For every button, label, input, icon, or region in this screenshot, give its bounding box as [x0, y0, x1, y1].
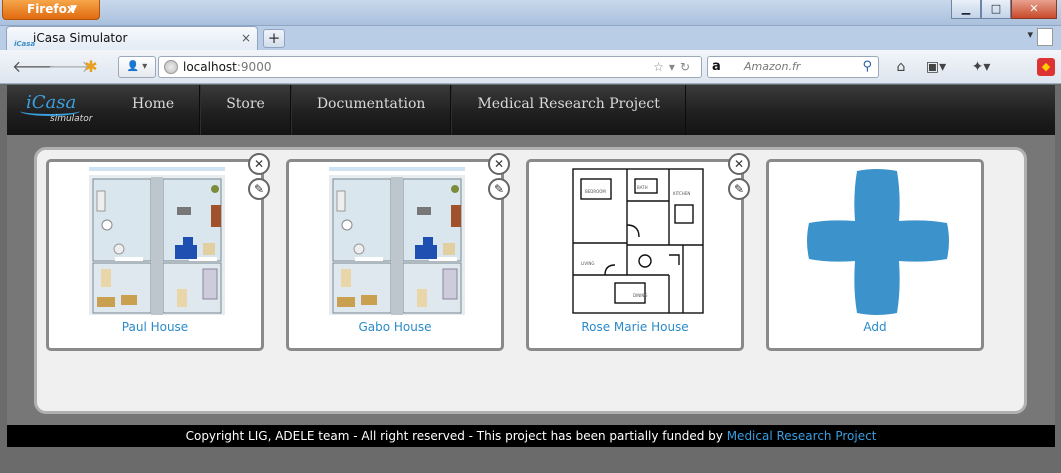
firefox-menu-button[interactable]: Firefox ▼	[2, 0, 100, 20]
edit-paul-pencil-icon[interactable]: ✎	[248, 178, 270, 200]
maximize-icon[interactable]: □	[981, 0, 1011, 19]
tab-bar: iCasa iCasa Simulator × + ▾	[0, 26, 1061, 50]
search-input[interactable]: a Amazon.fr ⚲	[707, 56, 879, 78]
svg-text:DINING: DINING	[633, 293, 648, 298]
house-card-gabo[interactable]: Gabo House	[286, 159, 504, 351]
house-label-paul[interactable]: Paul House	[49, 320, 261, 334]
footer: Copyright LIG, ADELE team - All right re…	[7, 425, 1055, 447]
add-house-card[interactable]: Add	[766, 159, 984, 351]
floor-plan-thumbnail: BEDROOM BATH KITCHEN LIVING DINING	[565, 165, 709, 317]
app-header: iCasa simulator Home Store Documentation…	[7, 85, 1055, 135]
addon-icon[interactable]: ◆	[1037, 58, 1055, 76]
bottom-strip	[0, 447, 1061, 473]
url-bar[interactable]: localhost:9000 ☆▾↻	[158, 56, 702, 78]
window-controls: ▁ □ ✕	[951, 0, 1057, 19]
home-icon[interactable]: ⌂	[890, 56, 912, 78]
delete-paul-close-icon[interactable]: ✕	[248, 153, 270, 175]
menu-item-home[interactable]: Home	[107, 85, 201, 135]
svg-text:BEDROOM: BEDROOM	[585, 189, 606, 194]
edit-gabo-pencil-icon[interactable]: ✎	[488, 178, 510, 200]
tab-close-icon[interactable]: ×	[241, 27, 251, 49]
add-house-label[interactable]: Add	[769, 320, 981, 334]
tab-list-icon[interactable]: ▾	[1027, 28, 1033, 41]
house-label-gabo[interactable]: Gabo House	[289, 320, 501, 334]
forward-arrow-icon[interactable]: 🡒	[48, 56, 91, 78]
tab-title: iCasa Simulator	[33, 31, 128, 45]
menu-item-medical-research[interactable]: Medical Research Project	[451, 85, 686, 135]
url-host: localhost	[183, 60, 237, 74]
menu-item-store[interactable]: Store	[200, 85, 291, 135]
tab-icasa-simulator[interactable]: iCasa iCasa Simulator ×	[6, 26, 258, 50]
bookmarks-menu-icon[interactable]: ▣▾	[925, 56, 947, 78]
plus-icon	[807, 169, 949, 315]
house-card-rose-marie[interactable]: BEDROOM BATH KITCHEN LIVING DINING Rose …	[526, 159, 744, 351]
search-icon[interactable]: ⚲	[862, 57, 872, 77]
menu-item-documentation[interactable]: Documentation	[290, 85, 452, 135]
site-identity-button[interactable]: 👤 ▾	[118, 56, 156, 78]
apartment-thumbnail	[329, 167, 465, 315]
main-menu: Home Store Documentation Medical Researc…	[107, 85, 686, 135]
window-titlebar: Firefox ▼ ▁ □ ✕	[0, 0, 1061, 26]
globe-icon	[164, 60, 178, 74]
url-port: :9000	[236, 60, 272, 74]
back-arrow-icon[interactable]: 🡐	[12, 56, 55, 78]
delete-rose-marie-close-icon[interactable]: ✕	[728, 153, 750, 175]
house-label-rose-marie[interactable]: Rose Marie House	[529, 320, 741, 334]
svg-text:KITCHEN: KITCHEN	[673, 191, 690, 196]
navigation-toolbar: 🡐 🡒 ✱ 👤 ▾ localhost:9000 ☆▾↻ a Amazon.fr…	[0, 50, 1061, 84]
close-icon[interactable]: ✕	[1011, 0, 1057, 19]
edit-rose-marie-pencil-icon[interactable]: ✎	[728, 178, 750, 200]
reload-icon[interactable]: ↻	[680, 60, 695, 74]
apartment-thumbnail	[89, 167, 225, 315]
house-card-paul[interactable]: Paul House	[46, 159, 264, 351]
new-tab-button[interactable]: +	[263, 29, 285, 48]
urlbar-actions: ☆▾↻	[653, 57, 695, 77]
bookmarks-toolbar-icon[interactable]: ✱	[80, 56, 102, 78]
extension-icon[interactable]: ✦▾	[970, 56, 992, 78]
footer-copyright: Copyright LIG, ADELE team - All right re…	[185, 429, 727, 443]
logo-subtext: simulator	[50, 114, 93, 124]
delete-gabo-close-icon[interactable]: ✕	[488, 153, 510, 175]
tab-bar-end-box	[1037, 28, 1053, 46]
icasa-logo[interactable]: iCasa simulator	[20, 90, 100, 130]
dropdown-icon[interactable]: ▾	[669, 60, 680, 74]
svg-text:BATH: BATH	[637, 185, 648, 190]
search-placeholder: Amazon.fr	[744, 60, 801, 73]
firefox-menu-label: Firefox	[27, 2, 75, 16]
minimize-icon[interactable]: ▁	[951, 0, 981, 19]
chevron-down-icon: ▼	[70, 4, 77, 14]
amazon-icon: a	[712, 59, 721, 74]
footer-medical-research-link[interactable]: Medical Research Project	[727, 429, 877, 443]
star-icon[interactable]: ☆	[653, 60, 669, 74]
logo-text: iCasa	[26, 92, 77, 113]
svg-text:LIVING: LIVING	[581, 261, 594, 266]
